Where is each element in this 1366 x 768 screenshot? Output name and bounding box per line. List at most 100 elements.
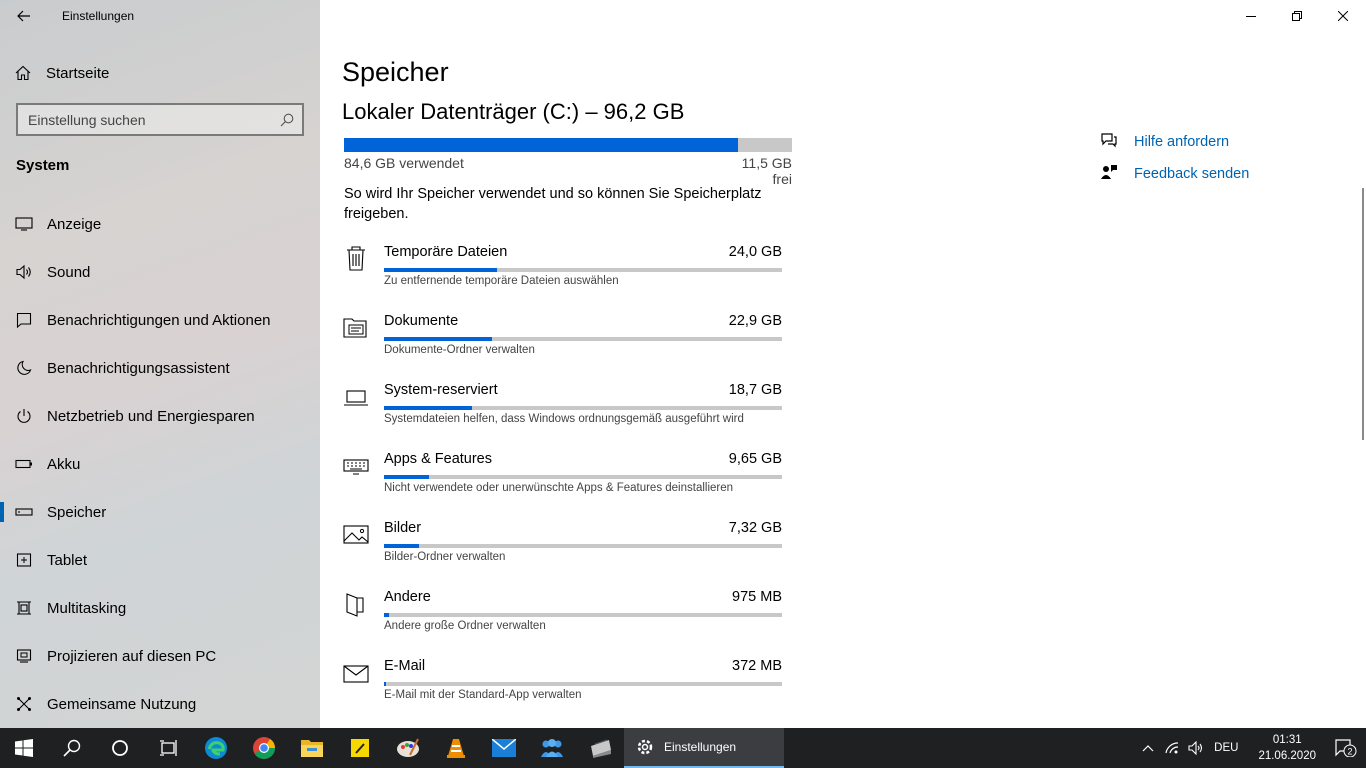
drive-usage-fill <box>344 138 739 152</box>
category-size: 24,0 GB <box>728 244 782 260</box>
documents-folder-icon <box>343 318 367 338</box>
cortana-icon <box>112 740 128 756</box>
taskbar-app-settings[interactable]: Einstellungen <box>624 728 784 768</box>
sidebar-item-anzeige[interactable]: Anzeige <box>0 200 320 248</box>
taskbar-app-paint[interactable] <box>384 728 432 768</box>
keyboard-icon <box>343 459 369 475</box>
free-space-label: 11,5 GB frei <box>741 155 792 187</box>
restore-button[interactable] <box>1274 0 1320 32</box>
category-apps-features[interactable]: Apps & Features 9,65 GB Nicht verwendete… <box>342 451 784 511</box>
category-name: System-reserviert <box>384 382 498 398</box>
language-indicator[interactable]: DEU <box>1214 742 1238 754</box>
search-icon[interactable] <box>280 113 294 127</box>
sidebar-item-label: Anzeige <box>47 215 102 233</box>
sidebar-item-multitasking[interactable]: Multitasking <box>0 584 320 632</box>
sidebar-item-speicher[interactable]: Speicher <box>0 488 320 536</box>
taskbar-app-sticky-notes[interactable] <box>336 728 384 768</box>
drive-usage-bar[interactable] <box>344 138 792 152</box>
category-bar <box>384 406 782 410</box>
sidebar-item-akku[interactable]: Akku <box>0 440 320 488</box>
category-bar <box>384 544 782 548</box>
trash-icon <box>347 246 365 271</box>
clock[interactable]: 01:31 21.06.2020 <box>1258 732 1316 764</box>
help-link[interactable]: Hilfe anfordern <box>1100 126 1249 158</box>
sidebar-item-label: Sound <box>47 263 91 281</box>
action-center-button[interactable]: 2 <box>1326 739 1366 757</box>
sidebar-item-projizieren[interactable]: Projizieren auf diesen PC <box>0 632 320 680</box>
minimize-button[interactable] <box>1228 0 1274 32</box>
wifi-icon[interactable] <box>1160 741 1184 755</box>
sidebar-item-gemeinsame-nutzung[interactable]: Gemeinsame Nutzung <box>0 680 320 728</box>
multitasking-icon <box>0 600 47 616</box>
show-hidden-icons-button[interactable] <box>1136 744 1160 752</box>
window-controls <box>1228 0 1366 32</box>
scrollbar[interactable] <box>1362 188 1364 440</box>
category-system-reserved[interactable]: System-reserviert 18,7 GB Systemdateien … <box>342 382 784 442</box>
task-view-button[interactable] <box>144 728 192 768</box>
volume-icon[interactable] <box>1184 741 1208 755</box>
taskbar-search-button[interactable] <box>48 728 96 768</box>
category-bar-fill <box>384 682 386 686</box>
category-bar-fill <box>384 406 473 410</box>
taskbar-app-vlc[interactable] <box>432 728 480 768</box>
category-temp-files[interactable]: Temporäre Dateien 24,0 GB Zu entfernende… <box>342 244 784 304</box>
back-button[interactable] <box>8 4 40 28</box>
taskbar: Einstellungen DEU 01:31 21.06.2020 2 <box>0 728 1366 768</box>
category-name: E-Mail <box>384 658 426 674</box>
category-name: Dokumente <box>384 313 459 329</box>
search-input[interactable] <box>28 111 280 128</box>
taskbar-app-explorer[interactable] <box>288 728 336 768</box>
sidebar-item-home[interactable]: Startseite <box>0 56 320 90</box>
project-icon <box>0 648 47 664</box>
sidebar-item-benachrichtigungen[interactable]: Benachrichtigungen und Aktionen <box>0 296 320 344</box>
mail-icon <box>343 665 369 683</box>
category-size: 9,65 GB <box>728 451 782 467</box>
section-heading: System <box>16 157 70 174</box>
taskbar-app-edge[interactable] <box>192 728 240 768</box>
vlc-icon <box>447 739 465 758</box>
feedback-link-label: Feedback senden <box>1134 166 1250 182</box>
power-icon <box>0 408 47 424</box>
taskbar-app-chrome[interactable] <box>240 728 288 768</box>
category-email[interactable]: E-Mail 372 MB E-Mail mit der Standard-Ap… <box>342 658 784 718</box>
category-bar <box>384 337 782 341</box>
close-button[interactable] <box>1320 0 1366 32</box>
search-icon <box>63 739 81 757</box>
cortana-button[interactable] <box>96 728 144 768</box>
category-bar <box>384 268 782 272</box>
tablet-icon <box>0 552 47 568</box>
category-other[interactable]: Andere 975 MB Andere große Ordner verwal… <box>342 589 784 649</box>
notification-count: 2 <box>1347 747 1352 757</box>
used-space-label: 84,6 GB verwendet <box>344 155 464 171</box>
category-documents[interactable]: Dokumente 22,9 GB Dokumente-Ordner verwa… <box>342 313 784 373</box>
sidebar-item-sound[interactable]: Sound <box>0 248 320 296</box>
sidebar-item-label: Netzbetrieb und Energiesparen <box>47 407 255 425</box>
mail-app-icon <box>492 739 516 757</box>
clock-time: 01:31 <box>1272 734 1302 746</box>
feedback-link[interactable]: Feedback senden <box>1100 158 1249 190</box>
category-subtitle: Zu entfernende temporäre Dateien auswähl… <box>384 275 619 287</box>
sidebar-item-tablet[interactable]: Tablet <box>0 536 320 584</box>
sidebar-nav: Anzeige Sound Benachrichtigungen und Akt… <box>0 200 320 728</box>
sidebar-item-netzbetrieb[interactable]: Netzbetrieb und Energiesparen <box>0 392 320 440</box>
start-button[interactable] <box>0 728 48 768</box>
taskbar-app-scanner[interactable] <box>576 728 624 768</box>
moon-icon <box>0 360 47 376</box>
category-pictures[interactable]: Bilder 7,32 GB Bilder-Ordner verwalten <box>342 520 784 580</box>
app-title: Einstellungen <box>62 9 135 23</box>
edge-icon <box>205 737 227 759</box>
scanner-icon <box>591 739 611 758</box>
category-size: 372 MB <box>732 658 782 674</box>
category-name: Apps & Features <box>384 451 492 467</box>
taskbar-app-mail[interactable] <box>480 728 528 768</box>
taskbar-app-people[interactable] <box>528 728 576 768</box>
category-size: 22,9 GB <box>728 313 782 329</box>
category-bar <box>384 613 782 617</box>
category-size: 7,32 GB <box>728 520 782 536</box>
category-bar-fill <box>384 475 430 479</box>
clock-date: 21.06.2020 <box>1258 750 1316 762</box>
chrome-icon <box>253 737 275 759</box>
sidebar-item-benachrichtigungsassistent[interactable]: Benachrichtigungsassistent <box>0 344 320 392</box>
category-bar-fill <box>384 337 493 341</box>
search-field[interactable] <box>16 103 304 136</box>
